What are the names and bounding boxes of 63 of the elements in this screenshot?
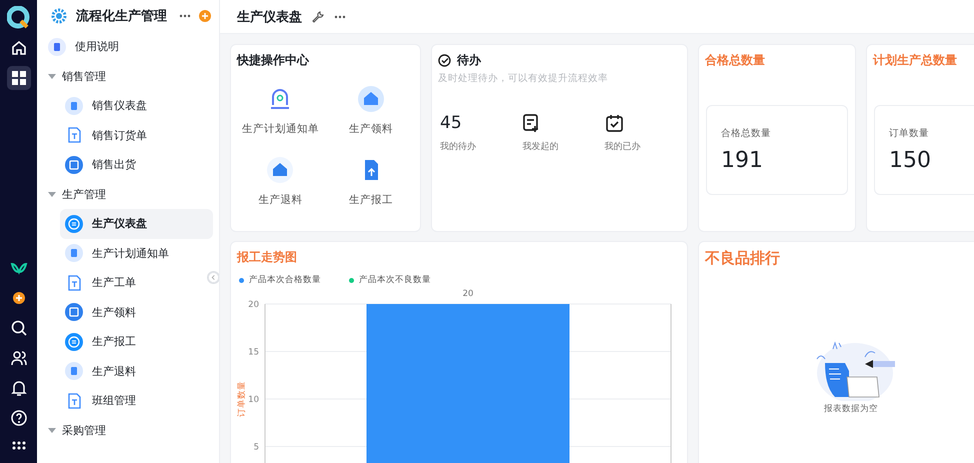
legend-label: 产品本次合格数量 (249, 274, 321, 286)
metric-label: 合格总数量 (721, 127, 772, 140)
list-icon (65, 214, 83, 233)
card-title: 计划生产总数量 (872, 52, 958, 69)
card-title: 合格总数量 (704, 52, 766, 69)
legend-label: 产品本次不良数量 (359, 274, 431, 286)
quick-action[interactable]: 生产报工 (326, 156, 416, 207)
more-icon[interactable] (179, 14, 191, 18)
metric-value: 150 (889, 148, 932, 173)
quick-action[interactable]: 生产领料 (326, 85, 416, 136)
quick-action[interactable]: 生产退料 (235, 156, 326, 207)
check-circle-icon (438, 54, 451, 67)
triangle-icon[interactable] (48, 74, 56, 79)
calendar-check-icon[interactable] (604, 113, 625, 133)
app-logo[interactable] (6, 6, 30, 30)
metric-label: 订单数量 (889, 127, 930, 140)
todo-link[interactable]: 我的待办 (440, 140, 522, 153)
y-tick-label: 15 (248, 348, 259, 358)
todo-count: 45 (440, 113, 463, 133)
metric-value: 191 (721, 148, 764, 173)
app-title: 流程化生产管理 (76, 8, 168, 25)
warehouse-icon (356, 85, 385, 113)
todo-link[interactable]: 我的已办 (604, 140, 687, 153)
list-icon (65, 332, 83, 351)
gear-icon (50, 7, 68, 25)
grid-icon[interactable] (6, 66, 30, 90)
sidebar-item[interactable]: 班组管理 (37, 386, 213, 416)
warehouse-icon (266, 156, 294, 184)
y-tick-label: 10 (248, 395, 259, 405)
card-title: 报工走势图 (236, 249, 298, 266)
group-label: 采购管理 (62, 422, 106, 438)
sidebar-item[interactable]: 生产工单 (37, 268, 213, 298)
card-title: 待办 (457, 52, 481, 69)
empty-state-text: 报表数据为空 (824, 403, 878, 415)
sidebar-item[interactable]: 生产领料 (37, 298, 213, 327)
triangle-icon[interactable] (48, 428, 56, 433)
sidebar-item[interactable]: 生产报工 (37, 327, 213, 356)
search-icon[interactable] (10, 319, 28, 337)
quick-action[interactable]: 生产计划通知单 (235, 85, 326, 136)
card-title: 快捷操作中心 (236, 52, 310, 69)
help-icon[interactable] (10, 409, 28, 427)
card-title: 不良品排行 (704, 248, 781, 268)
sidebar-item[interactable]: 销售仪表盘 (37, 91, 213, 120)
sidebar-item[interactable]: 使用说明 (37, 32, 213, 62)
sidebar-item[interactable]: 生产仪表盘 (60, 209, 213, 238)
wrench-icon[interactable] (312, 10, 324, 22)
sidebar-item[interactable]: 生产退料 (37, 356, 213, 386)
data-label: 20 (462, 289, 474, 299)
triangle-icon[interactable] (48, 192, 56, 197)
y-tick-label: 5 (254, 442, 259, 452)
collapse-handle-icon[interactable] (207, 271, 219, 284)
card-subtitle: 及时处理待办，可以有效提升流程效率 (437, 72, 609, 85)
sidebar-item[interactable]: 销售订货单 (37, 120, 213, 150)
sidebar-item[interactable]: 销售出货 (37, 150, 213, 180)
page-title: 生产仪表盘 (237, 8, 302, 26)
y-tick-label: 20 (248, 300, 259, 310)
sidebar-item[interactable]: 生产计划通知单 (37, 238, 213, 268)
y-axis-title: 订单数量 (237, 381, 247, 417)
more-icon[interactable] (334, 14, 346, 18)
todo-link[interactable]: 我发起的 (522, 140, 605, 153)
users-icon[interactable] (10, 349, 28, 367)
group-label: 销售管理 (62, 68, 106, 84)
group-label: 生产管理 (62, 186, 106, 202)
